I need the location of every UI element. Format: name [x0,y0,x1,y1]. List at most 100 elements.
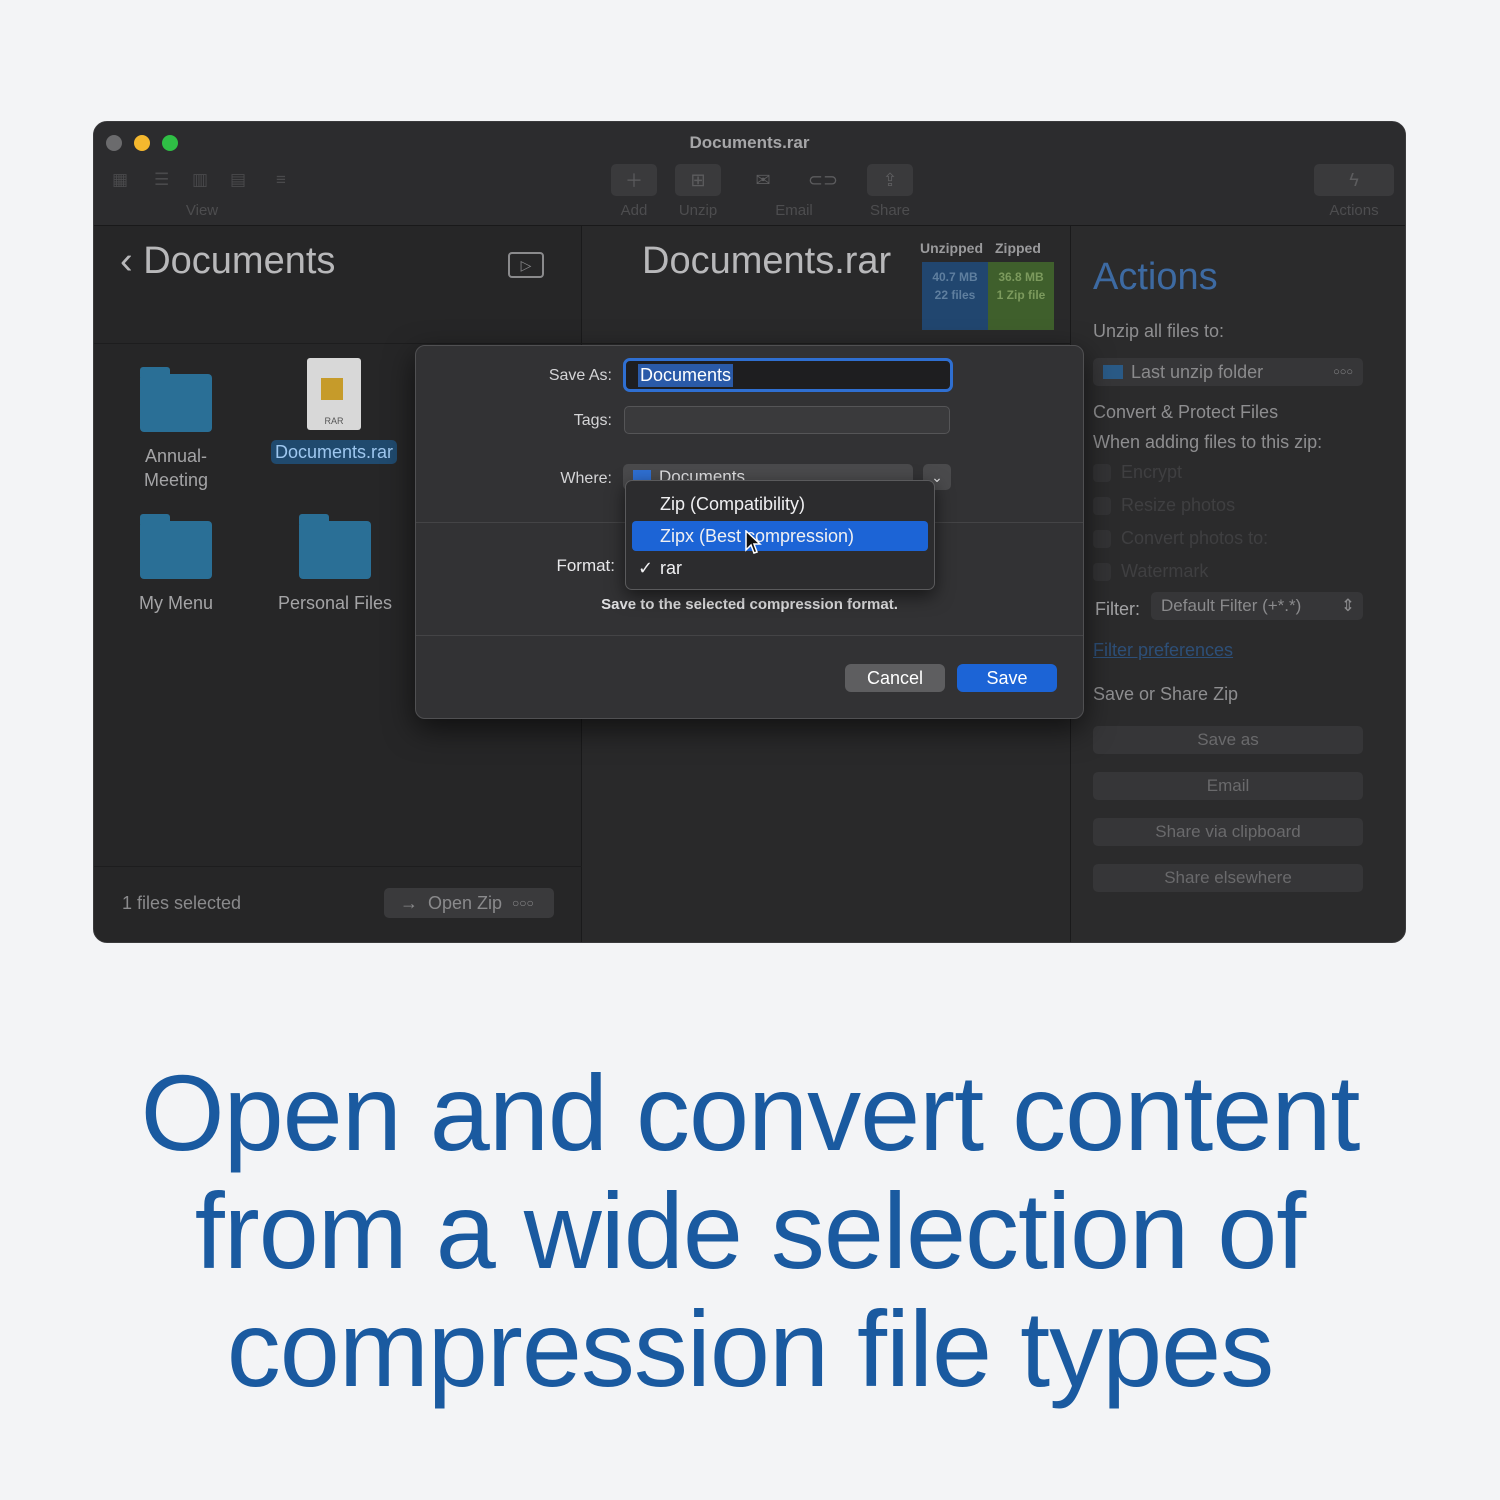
file-item-annual-meeting[interactable]: Annual- Meeting [96,367,256,492]
rar-icon-text: RAR [324,416,344,426]
resize-photos-label: Resize photos [1121,495,1236,515]
actions-title: Actions [1093,256,1218,298]
unzipped-heading: Unzipped [920,240,983,256]
unzip-label: Unzip [678,202,718,219]
chevron-left-icon: ‹ [120,240,133,282]
share-label: Share [869,202,911,219]
filter-popup[interactable]: Default Filter (+*.*) ⇕ [1151,592,1363,620]
format-option-rar[interactable]: ✓ rar [632,553,928,583]
caption-line-2: from a wide selection of [194,1170,1307,1291]
email-button[interactable]: ✉ [740,164,786,196]
gallery-view-icon[interactable]: ▤ [230,170,246,190]
link-button[interactable]: ⊂⊃ [800,164,846,196]
unzip-icon: ⊞ [690,169,706,190]
share-icon: ⇪ [882,169,898,190]
save-as-value: Documents [638,363,734,387]
column-view-icon[interactable]: ▥ [192,170,208,190]
caption-line-3: compression file types [226,1288,1274,1409]
encrypt-checkbox[interactable] [1093,464,1111,482]
unzipped-count: 22 files [934,288,976,302]
format-option-zipx[interactable]: Zipx (Best compression) [632,521,928,551]
browser-header: ‹ Documents ▷ [94,226,582,344]
share-elsewhere-button[interactable]: Share elsewhere [1093,864,1363,892]
folder-icon [1103,365,1123,379]
save-as-label: Save As: [548,367,612,384]
share-button[interactable]: ⇪ [867,164,913,196]
watermark-checkbox[interactable] [1093,563,1111,581]
unzip-destination: Last unzip folder [1131,361,1264,382]
share-clipboard-button[interactable]: Share via clipboard [1093,818,1363,846]
format-option-label: Zip (Compatibility) [660,494,806,514]
tags-label: Tags: [573,412,612,429]
save-share-title: Save or Share Zip [1093,684,1239,704]
checkmark-icon: ✓ [638,558,654,578]
browser-footer: 1 files selected → Open Zip ○○○ [94,866,582,942]
file-label: Personal Files [277,593,393,613]
file-item-my-menu[interactable]: My Menu [96,514,256,615]
folder-title: Documents [143,240,336,282]
file-label: My Menu [138,593,214,613]
view-label: View [185,202,219,219]
zipped-count: 1 Zip file [996,288,1046,302]
convert-photos-checkbox[interactable] [1093,530,1111,548]
filter-value: Default Filter (+*.*) [1161,596,1302,615]
format-option-label: rar [660,558,682,578]
filter-preferences-link[interactable]: Filter preferences [1093,640,1233,661]
format-menu: Zip (Compatibility) Zipx (Best compressi… [625,480,935,590]
format-option-zip[interactable]: Zip (Compatibility) [632,489,928,519]
outline-view-icon[interactable]: ≡ [276,170,286,190]
chevron-updown-icon: ⇕ [1340,596,1355,615]
list-view-icon[interactable]: ☰ [154,170,169,190]
unzipped-size: 40.7 MB [932,270,978,284]
link-icon: ⊂⊃ [807,169,839,190]
unzip-destination-popup[interactable]: Last unzip folder ○○○ [1093,358,1363,386]
resize-photos-checkbox[interactable] [1093,497,1111,515]
back-button[interactable]: ‹ Documents [120,240,335,283]
plus-icon: ＋ [625,171,643,191]
zipped-stats: 36.8 MB 1 Zip file [988,262,1054,330]
unzip-button[interactable]: ⊞ [675,164,721,196]
sidebar-toggle-icon[interactable]: ▷ [508,252,544,278]
file-label: Annual- Meeting [143,446,209,490]
grid-view-icon[interactable]: ▦ [112,170,128,190]
save-button[interactable]: Save [957,664,1057,692]
convert-title: Convert & Protect Files [1093,402,1279,422]
archive-title: Documents.rar [642,240,892,282]
filter-label: Filter: [1095,599,1140,619]
format-hint: Save to the selected compression format. [601,596,898,613]
mouse-cursor-icon [745,530,762,554]
tags-field[interactable] [624,406,950,434]
zipped-size: 36.8 MB [998,270,1044,284]
actions-label: Actions [1329,202,1379,219]
file-label: Documents.rar [270,440,398,464]
actions-pane: Actions Unzip all files to: Last unzip f… [1071,226,1405,942]
email-share-button[interactable]: Email [1093,772,1363,800]
open-zip-button[interactable]: → Open Zip ○○○ [384,888,554,918]
rar-archive-icon: RAR [307,358,361,430]
title-bar: Documents.rar ▦ ☰ ▥ ▤ ≡ View ＋ Add ⊞ Unz… [94,122,1405,226]
format-label: Format: [556,556,615,575]
file-item-personal-files[interactable]: Personal Files [255,514,415,615]
more-icon: ○○○ [512,896,534,910]
caption-line-1: Open and convert content [140,1052,1361,1173]
save-as-button[interactable]: Save as [1093,726,1363,754]
email-label: Email [775,202,813,219]
actions-button[interactable]: ϟ [1314,164,1394,196]
save-as-field[interactable]: Documents [623,358,953,392]
lightning-icon: ϟ [1349,169,1359,190]
unzipped-stats: 40.7 MB 22 files [922,262,988,330]
more-icon: ○○○ [1333,366,1353,378]
folder-icon [140,514,212,579]
where-label: Where: [560,470,612,487]
dialog-divider [416,635,1083,636]
file-item-documents-rar[interactable]: RAR Documents.rar [254,358,414,464]
encrypt-label: Encrypt [1121,462,1183,482]
window-title: Documents.rar [689,133,810,152]
archive-header: Documents.rar Unzipped Zipped 40.7 MB 22… [582,226,1071,344]
selection-count: 1 files selected [122,893,242,913]
add-button[interactable]: ＋ [611,164,657,196]
cancel-button[interactable]: Cancel [845,664,945,692]
watermark-label: Watermark [1121,561,1209,581]
folder-icon [140,367,212,432]
convert-subtitle: When adding files to this zip: [1093,432,1323,452]
